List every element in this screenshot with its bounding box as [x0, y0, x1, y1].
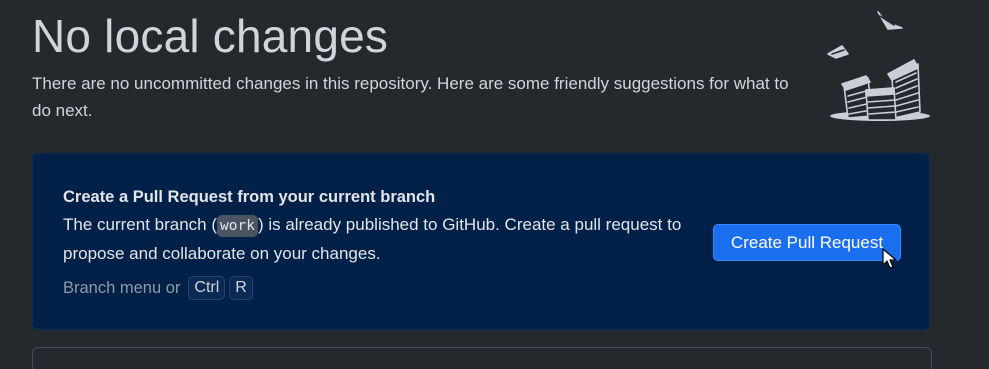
mouse-pointer-icon: [882, 248, 898, 270]
shortcut-key-ctrl: Ctrl: [188, 276, 226, 300]
card-description-text-before: The current branch (: [63, 215, 218, 234]
page-title: No local changes: [32, 10, 389, 62]
create-pull-request-button[interactable]: Create Pull Request: [713, 224, 901, 261]
no-local-changes-view: No local changes There are no uncommitte…: [0, 0, 989, 369]
branch-menu-shortcut: Branch menu or Ctrl R: [63, 276, 253, 300]
card-description: The current branch (work) is already pub…: [63, 211, 683, 268]
page-subtitle: There are no uncommitted changes in this…: [32, 74, 789, 120]
papers-stack-illustration-icon: [822, 8, 938, 126]
shortcut-key-r: R: [229, 276, 253, 300]
card-title: Create a Pull Request from your current …: [63, 188, 436, 206]
shortcut-label: Branch menu or: [63, 278, 181, 297]
branch-name-code: work: [217, 215, 258, 237]
create-pull-request-card: Create a Pull Request from your current …: [32, 153, 930, 330]
next-suggestion-card: [32, 347, 932, 369]
